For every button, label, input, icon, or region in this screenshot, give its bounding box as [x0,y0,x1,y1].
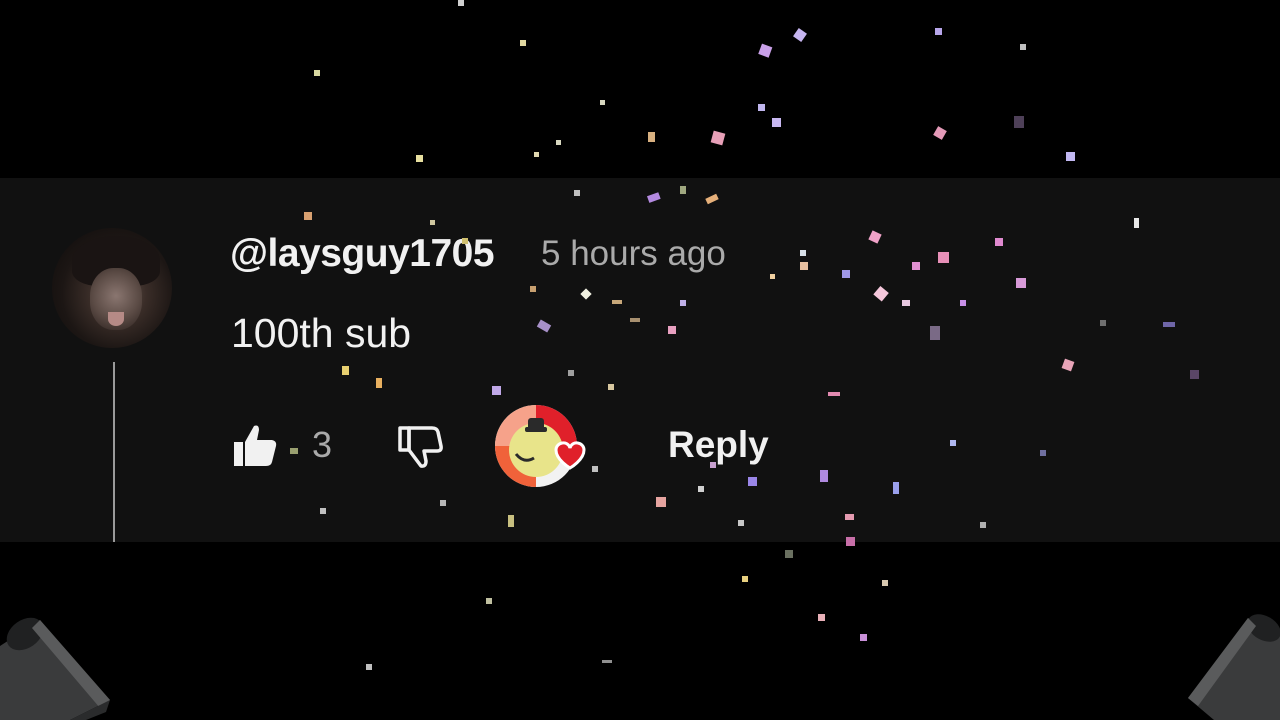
comment-username[interactable]: @laysguy1705 [230,232,495,276]
comment-text: 100th sub [231,310,412,356]
thumbs-up-icon [234,425,277,466]
reply-button[interactable]: Reply [668,424,769,466]
creator-heart-badge [494,404,586,492]
like-button[interactable] [230,420,280,470]
comment-timestamp[interactable]: 5 hours ago [541,234,726,274]
thumbs-down-icon [398,426,443,468]
party-popper-icon [1188,614,1280,720]
party-popper-icon [0,617,110,720]
thread-line [113,362,115,542]
like-count: 3 [312,424,333,465]
celebration-overlay: @laysguy1705 5 hours ago 100th sub 3 Rep… [0,0,1280,720]
dislike-button[interactable] [394,420,446,472]
comment-card [0,178,1280,542]
creator-heart-icon [495,405,586,487]
avatar[interactable] [52,228,172,348]
